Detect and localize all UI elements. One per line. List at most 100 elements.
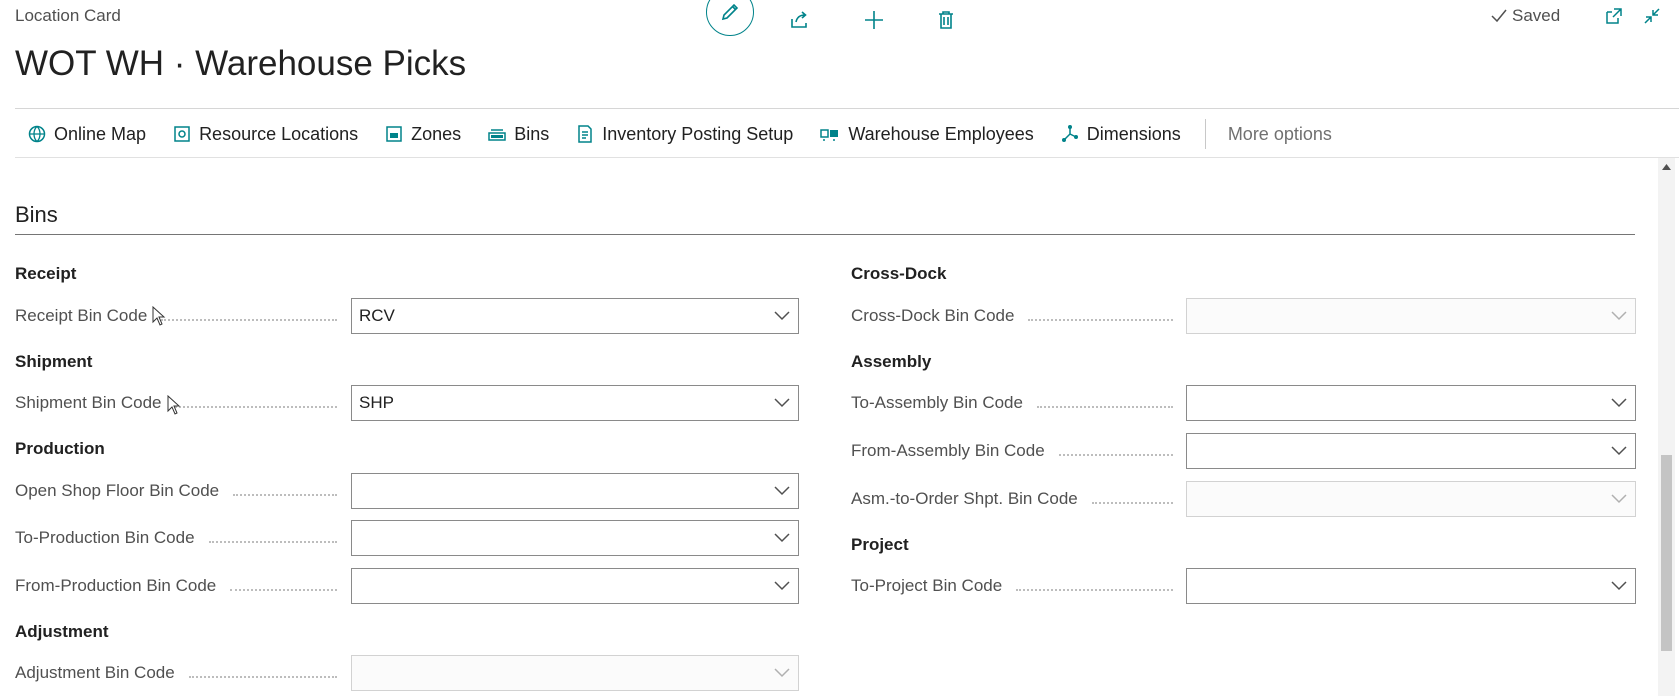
mouse-pointer-icon [152, 306, 166, 326]
new-button[interactable] [854, 0, 894, 40]
label-text: Adjustment Bin Code [15, 663, 175, 682]
dot-leader [208, 541, 337, 543]
chevron-down-icon [1611, 581, 1627, 591]
zones-icon [386, 126, 402, 142]
asm-to-order-shpt-bin-code-select [1186, 481, 1636, 517]
section-title-bins: Bins [15, 202, 58, 227]
label-text: From-Assembly Bin Code [851, 441, 1045, 460]
field-label-receipt-bin: Receipt Bin Code [15, 306, 345, 326]
dot-leader [1058, 454, 1173, 456]
action-online-map[interactable]: Online Map [15, 112, 160, 156]
header-divider [15, 108, 1679, 109]
collapse-button[interactable] [1638, 2, 1666, 30]
chevron-down-icon [1611, 446, 1627, 456]
plus-icon [865, 11, 883, 29]
collapse-icon [1644, 8, 1660, 24]
field-label-from-assembly-bin: From-Assembly Bin Code [851, 441, 1181, 461]
dot-leader [233, 494, 337, 496]
chevron-down-icon [774, 486, 790, 496]
chevron-down-icon [774, 668, 790, 678]
action-label: Inventory Posting Setup [602, 123, 794, 144]
label-text: Receipt Bin Code [15, 306, 148, 325]
label-text: Cross-Dock Bin Code [851, 306, 1015, 325]
to-assembly-bin-code-select[interactable] [1186, 385, 1636, 421]
action-label: Dimensions [1086, 123, 1181, 144]
label-text: To-Project Bin Code [851, 576, 1003, 595]
page-title: WOT WH · Warehouse Picks [15, 44, 467, 83]
pencil-icon [721, 3, 739, 21]
action-label: Warehouse Employees [848, 123, 1034, 144]
select-value: SHP [359, 393, 394, 412]
action-bar: Online Map Resource Locations Zones Bins… [15, 112, 1340, 156]
save-status: Saved [1490, 6, 1560, 26]
more-options-button[interactable]: More options [1220, 112, 1340, 156]
action-warehouse-employees[interactable]: Warehouse Employees [807, 112, 1047, 156]
label-text: From-Production Bin Code [15, 576, 217, 595]
chevron-down-icon [774, 398, 790, 408]
section-underline [15, 234, 1635, 235]
action-bar-divider [15, 157, 1679, 158]
action-label: Online Map [54, 123, 147, 144]
cross-dock-bin-code-select [1186, 298, 1636, 334]
chevron-down-icon [774, 533, 790, 543]
dot-leader [188, 676, 337, 678]
field-label-to-assembly-bin: To-Assembly Bin Code [851, 393, 1181, 413]
chevron-down-icon [1611, 398, 1627, 408]
to-project-bin-code-select[interactable] [1186, 568, 1636, 604]
action-dimensions[interactable]: Dimensions [1048, 112, 1195, 156]
field-label-adjustment-bin: Adjustment Bin Code [15, 663, 345, 683]
action-inventory-posting-setup[interactable]: Inventory Posting Setup [563, 112, 807, 156]
open-shop-floor-bin-code-select[interactable] [351, 473, 799, 509]
group-adjustment: Adjustment [15, 622, 109, 641]
share-button[interactable] [780, 0, 820, 40]
posting-setup-icon [578, 125, 592, 143]
dimensions-icon [1061, 125, 1078, 142]
field-label-from-production-bin: From-Production Bin Code [15, 576, 345, 596]
chevron-down-icon [1611, 494, 1627, 504]
delete-button[interactable] [926, 0, 966, 40]
to-production-bin-code-select[interactable] [351, 520, 799, 556]
shipment-bin-code-select[interactable]: SHP [351, 385, 799, 421]
action-label: Resource Locations [199, 123, 359, 144]
action-bins[interactable]: Bins [475, 112, 563, 156]
dot-leader [1036, 406, 1173, 408]
chevron-down-icon [774, 311, 790, 321]
from-assembly-bin-code-select[interactable] [1186, 433, 1636, 469]
action-resource-locations[interactable]: Resource Locations [160, 112, 372, 156]
card-actions [706, 0, 966, 40]
select-value: RCV [359, 306, 395, 325]
mouse-pointer-icon [167, 395, 181, 415]
group-assembly: Assembly [851, 352, 932, 371]
resource-locations-icon [174, 126, 190, 142]
dot-leader [1091, 502, 1173, 504]
label-text: Open Shop Floor Bin Code [15, 481, 220, 500]
field-label-asm-to-order-bin: Asm.-to-Order Shpt. Bin Code [851, 489, 1181, 509]
dot-leader [230, 589, 337, 591]
dot-leader [1016, 589, 1173, 591]
scrollbar-thumb[interactable] [1661, 455, 1672, 651]
share-icon [791, 11, 807, 28]
from-production-bin-code-select[interactable] [351, 568, 799, 604]
checkmark-icon [1491, 9, 1507, 23]
window-controls [1600, 2, 1666, 30]
edit-button[interactable] [706, 0, 754, 36]
employees-icon [820, 129, 839, 141]
dot-leader [161, 319, 337, 321]
open-new-window-button[interactable] [1600, 2, 1628, 30]
field-label-to-project-bin: To-Project Bin Code [851, 576, 1181, 596]
trash-icon [939, 11, 953, 29]
group-cross-dock: Cross-Dock [851, 264, 947, 283]
action-zones[interactable]: Zones [372, 112, 475, 156]
page-caption: Location Card [15, 6, 121, 25]
dot-leader [1028, 319, 1173, 321]
group-project: Project [851, 535, 909, 554]
field-label-cross-dock-bin: Cross-Dock Bin Code [851, 306, 1181, 326]
receipt-bin-code-select[interactable]: RCV [351, 298, 799, 334]
group-production: Production [15, 439, 105, 458]
label-text: Asm.-to-Order Shpt. Bin Code [851, 489, 1078, 508]
group-shipment: Shipment [15, 352, 93, 371]
scroll-up-arrow-icon[interactable] [1661, 162, 1672, 172]
field-label-open-shop-floor-bin: Open Shop Floor Bin Code [15, 481, 345, 501]
action-separator [1204, 119, 1206, 149]
field-label-to-production-bin: To-Production Bin Code [15, 528, 345, 548]
